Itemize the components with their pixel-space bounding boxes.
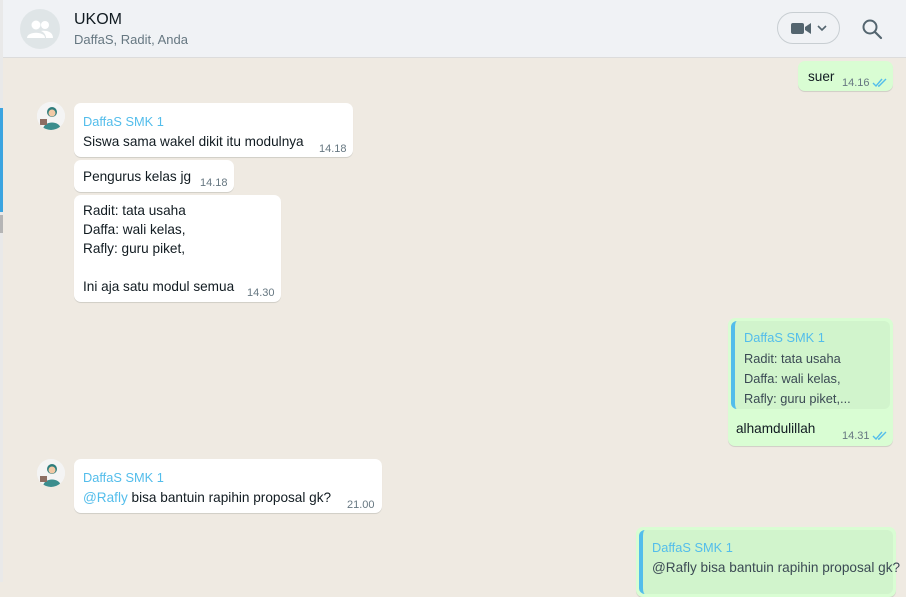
double-check-icon xyxy=(872,78,887,88)
video-call-button[interactable] xyxy=(777,12,840,44)
message-bubble-outgoing[interactable]: suer 14.16 xyxy=(798,61,893,91)
avatar-image xyxy=(37,102,65,130)
chat-title: UKOM xyxy=(74,11,122,28)
message-time: 14.16 xyxy=(842,77,870,89)
message-time: 14.18 xyxy=(200,177,228,189)
quoted-text-line: Daffa: wali kelas, xyxy=(744,371,841,386)
message-bubble-incoming[interactable]: Pengurus kelas jg 14.18 xyxy=(74,160,234,192)
message-text: @Rafly bisa bantuin rapihin proposal gk? xyxy=(83,488,331,507)
message-text-line: Radit: tata usaha xyxy=(83,203,186,218)
message-bubble-outgoing[interactable]: DaffaS SMK 1 Radit: tata usaha Daffa: wa… xyxy=(728,318,893,446)
quoted-message[interactable]: DaffaS SMK 1 Radit: tata usaha Daffa: wa… xyxy=(731,321,890,409)
chevron-down-icon xyxy=(816,24,827,31)
message-text: Siswa sama wakel dikit itu modulnya xyxy=(83,134,304,149)
message-bubble-incoming[interactable]: Radit: tata usaha Daffa: wali kelas, Raf… xyxy=(74,195,281,302)
quoted-message[interactable]: DaffaS SMK 1 @Rafly bisa bantuin rapihin… xyxy=(639,530,900,594)
sender-avatar[interactable] xyxy=(37,459,65,487)
message-text-line: Rafly: guru piket, xyxy=(83,241,185,256)
message-time: 14.31 xyxy=(842,430,870,442)
video-camera-icon xyxy=(790,22,811,34)
group-icon xyxy=(27,20,53,38)
message-text: suer xyxy=(808,69,835,84)
quoted-sender: DaffaS SMK 1 xyxy=(744,330,825,345)
message-list[interactable]: suer 14.16 DaffaS SMK 1 Siswa sama wakel… xyxy=(3,58,906,597)
message-text-rest: bisa bantuin rapihin proposal gk? xyxy=(127,490,332,505)
group-avatar[interactable] xyxy=(20,9,60,49)
message-text: Pengurus kelas jg xyxy=(83,169,192,184)
chat-participants: DaffaS, Radit, Anda xyxy=(74,32,188,47)
quoted-text-line: Radit: tata usaha xyxy=(744,351,841,366)
message-time: 21.00 xyxy=(347,499,375,511)
message-text-line: Daffa: wali kelas, xyxy=(83,222,186,237)
quoted-text-line: Rafly: guru piket,... xyxy=(744,391,851,406)
message-bubble-incoming[interactable]: DaffaS SMK 1 Siswa sama wakel dikit itu … xyxy=(74,103,353,157)
chat-header[interactable]: UKOM DaffaS, Radit, Anda xyxy=(3,0,906,58)
sender-avatar[interactable] xyxy=(37,102,65,130)
message-bubble-incoming[interactable]: DaffaS SMK 1 @Rafly bisa bantuin rapihin… xyxy=(74,459,382,513)
message-time: 14.30 xyxy=(247,287,275,299)
message-time: 14.18 xyxy=(319,143,347,155)
double-check-icon xyxy=(872,431,887,441)
avatar-image xyxy=(37,459,65,487)
message-text: alhamdulillah xyxy=(736,421,816,436)
mention-link[interactable]: @Rafly xyxy=(83,490,128,505)
sender-name: DaffaS SMK 1 xyxy=(83,114,164,129)
message-bubble-outgoing[interactable]: DaffaS SMK 1 @Rafly bisa bantuin rapihin… xyxy=(636,527,900,597)
quoted-sender: DaffaS SMK 1 xyxy=(652,540,733,555)
quoted-text-line: @Rafly bisa bantuin rapihin proposal gk? xyxy=(652,560,901,575)
message-text-line: Ini aja satu modul semua xyxy=(83,279,235,294)
sender-name: DaffaS SMK 1 xyxy=(83,470,164,485)
search-icon[interactable] xyxy=(861,18,883,40)
